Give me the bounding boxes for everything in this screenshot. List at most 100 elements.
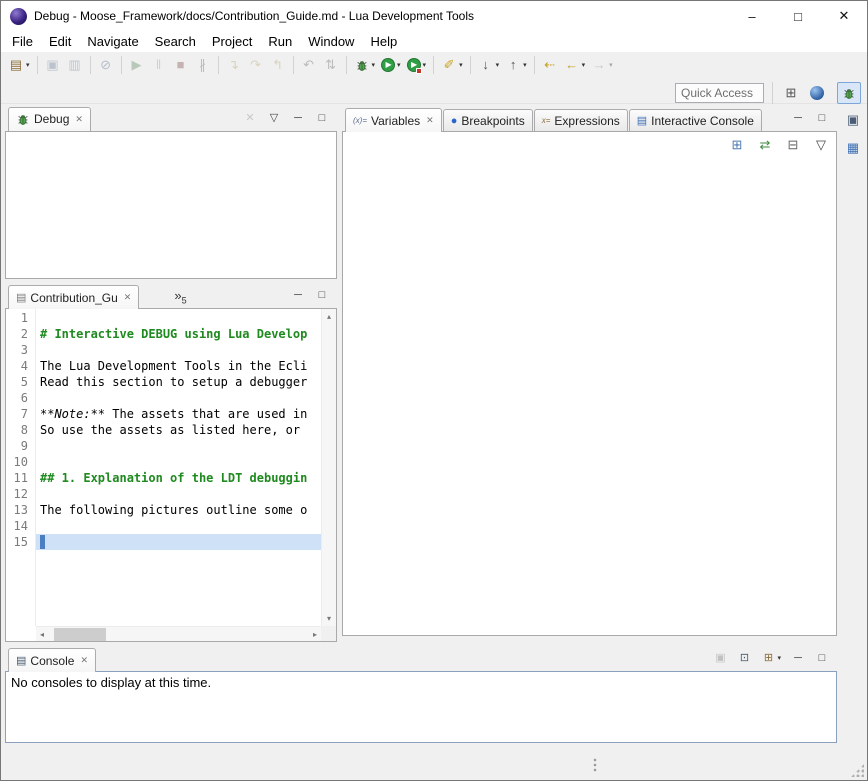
variables-view-menu-button[interactable]: ▽: [810, 134, 832, 156]
forward-button-dropdown[interactable]: ▾: [609, 61, 613, 69]
editor-line[interactable]: # Interactive DEBUG using Lua Develop: [36, 326, 321, 342]
horizontal-scrollbar[interactable]: ◂ ▸: [36, 626, 321, 641]
editor-minimize-button[interactable]: ─: [289, 286, 307, 304]
next-annotation-button[interactable]: ↓▾: [475, 54, 503, 76]
resize-grip[interactable]: [851, 764, 864, 777]
close-tab-icon[interactable]: ✕: [75, 114, 83, 125]
console-maximize-button[interactable]: □: [813, 649, 831, 667]
menu-help[interactable]: Help: [362, 32, 405, 51]
editor-maximize-button[interactable]: □: [313, 286, 331, 304]
external-tools-button-dropdown[interactable]: ▾: [423, 61, 427, 69]
line-number[interactable]: 7: [6, 406, 36, 422]
new-wizard-button[interactable]: ▤▾: [5, 54, 33, 76]
new-wizard-button-dropdown[interactable]: ▾: [26, 61, 30, 69]
line-number[interactable]: 13: [6, 502, 36, 518]
collapse-all-button[interactable]: ⊟: [782, 134, 804, 156]
line-number[interactable]: 8: [6, 422, 36, 438]
editor-line[interactable]: Read this section to setup a debugger: [36, 374, 321, 390]
debug-button[interactable]: ▾: [351, 54, 379, 76]
scroll-up-arrow[interactable]: ▴: [327, 309, 331, 324]
menu-edit[interactable]: Edit: [41, 32, 79, 51]
editor-line[interactable]: [36, 390, 321, 406]
console-minimize-button[interactable]: ─: [789, 649, 807, 667]
editor-line[interactable]: So use the assets as listed here, or: [36, 422, 321, 438]
close-tab-icon[interactable]: ✕: [80, 655, 88, 666]
external-tools-button[interactable]: ▶▾: [404, 54, 430, 76]
tab-interactive-console[interactable]: ▤Interactive Console: [629, 109, 762, 131]
line-number[interactable]: 6: [6, 390, 36, 406]
debug-button-dropdown[interactable]: ▾: [372, 61, 376, 69]
editor-line[interactable]: [36, 486, 321, 502]
editor-line[interactable]: [36, 518, 321, 534]
display-selected-console-button[interactable]: ⊡: [735, 649, 753, 667]
line-number[interactable]: 9: [6, 438, 36, 454]
editor-line[interactable]: The Lua Development Tools in the Ecli: [36, 358, 321, 374]
scroll-down-arrow[interactable]: ▾: [327, 611, 331, 626]
run-button-dropdown[interactable]: ▾: [397, 61, 401, 69]
perspective-ldt-button[interactable]: [805, 82, 829, 104]
variables-minimize-button[interactable]: ─: [789, 109, 807, 127]
menu-run[interactable]: Run: [260, 32, 300, 51]
open-console-button[interactable]: ⊞▾: [759, 649, 783, 667]
window-close-button[interactable]: ✕: [821, 1, 867, 31]
window-maximize-button[interactable]: □: [775, 1, 821, 31]
run-button[interactable]: ▶▾: [378, 54, 404, 76]
tab-expressions[interactable]: x=Expressions: [534, 109, 628, 131]
window-minimize-button[interactable]: –: [729, 1, 775, 31]
line-number[interactable]: 3: [6, 342, 36, 358]
debug-maximize-button[interactable]: □: [313, 109, 331, 127]
next-annotation-button-dropdown[interactable]: ▾: [496, 61, 500, 69]
close-tab-icon[interactable]: ✕: [124, 292, 132, 303]
line-number[interactable]: 14: [6, 518, 36, 534]
line-number[interactable]: 2: [6, 326, 36, 342]
variables-body[interactable]: ⊞⇄⊟▽: [342, 131, 837, 636]
console-body[interactable]: No consoles to display at this time.: [5, 671, 837, 743]
debug-view-body[interactable]: [5, 131, 337, 279]
editor-line[interactable]: **Note:** The assets that are used in: [36, 406, 321, 422]
editor-text-area[interactable]: 12# Interactive DEBUG using Lua Develop3…: [6, 309, 336, 641]
editor-line[interactable]: [36, 438, 321, 454]
line-number[interactable]: 4: [6, 358, 36, 374]
tab-debug[interactable]: Debug✕: [8, 107, 91, 131]
tab-console[interactable]: ▤Console✕: [8, 648, 96, 672]
menu-project[interactable]: Project: [204, 32, 260, 51]
editor-line[interactable]: The following pictures outline some o: [36, 502, 321, 518]
editor-line[interactable]: [36, 342, 321, 358]
menu-file[interactable]: File: [4, 32, 41, 51]
last-edit-location-button[interactable]: ⇠: [539, 54, 561, 76]
show-type-names-button[interactable]: ⊞: [726, 134, 748, 156]
back-button-dropdown[interactable]: ▾: [582, 61, 586, 69]
previous-annotation-button-dropdown[interactable]: ▾: [523, 61, 527, 69]
menu-window[interactable]: Window: [300, 32, 362, 51]
line-number[interactable]: 1: [6, 310, 36, 326]
editor-line[interactable]: [36, 310, 321, 326]
minimized-view-grid-button[interactable]: ▦: [843, 138, 863, 158]
back-button[interactable]: ←▾: [561, 54, 589, 76]
line-number[interactable]: 15: [6, 534, 36, 550]
menu-search[interactable]: Search: [147, 32, 204, 51]
perspective-debug-button[interactable]: [837, 82, 861, 104]
line-number[interactable]: 12: [6, 486, 36, 502]
close-tab-icon[interactable]: ✕: [426, 115, 434, 126]
horizontal-scroll-thumb[interactable]: [54, 628, 106, 641]
tab-breakpoints[interactable]: ●Breakpoints: [443, 109, 533, 131]
debug-view-menu-button[interactable]: ▽: [265, 109, 283, 127]
quick-access-input[interactable]: Quick Access: [675, 83, 764, 103]
debug-minimize-button[interactable]: ─: [289, 109, 307, 127]
hidden-editors-chevron[interactable]: »5: [168, 288, 192, 308]
line-number[interactable]: 10: [6, 454, 36, 470]
line-number[interactable]: 11: [6, 470, 36, 486]
editor-line[interactable]: [36, 534, 321, 550]
minimized-view-stack-button[interactable]: ▣: [843, 110, 863, 130]
line-number[interactable]: 5: [6, 374, 36, 390]
tab-contribution-guide[interactable]: ▤Contribution_Gu✕: [8, 285, 139, 309]
editor-line[interactable]: [36, 454, 321, 470]
previous-annotation-button[interactable]: ↑▾: [502, 54, 530, 76]
search-button-dropdown[interactable]: ▾: [459, 61, 463, 69]
variables-maximize-button[interactable]: □: [813, 109, 831, 127]
tab-variables[interactable]: (x)=Variables✕: [345, 108, 442, 132]
search-button[interactable]: ✐▾: [438, 54, 466, 76]
status-drag-grip[interactable]: [593, 758, 597, 773]
scroll-right-arrow[interactable]: ▸: [309, 630, 321, 639]
menu-navigate[interactable]: Navigate: [79, 32, 146, 51]
